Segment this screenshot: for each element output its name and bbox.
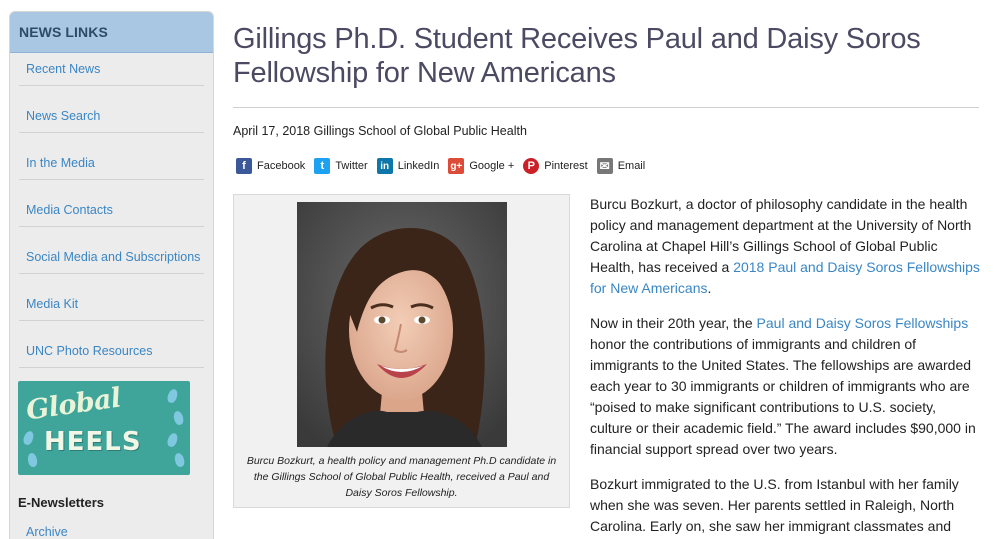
share-twitter-button[interactable]: t Twitter (314, 158, 368, 174)
title-divider (233, 107, 979, 108)
portrait-photo (297, 202, 507, 447)
banner-line2: HEELS (44, 427, 142, 457)
share-label: Facebook (257, 160, 306, 172)
footprint-icon (165, 387, 180, 405)
footprint-icon (173, 452, 186, 468)
footprint-icon (172, 410, 185, 426)
paragraph-3: Bozkurt immigrated to the U.S. from Ista… (590, 476, 959, 534)
sidebar-item-social-media[interactable]: Social Media and Subscriptions (19, 227, 204, 274)
portrait-illustration (297, 202, 507, 447)
share-email-button[interactable]: ✉ Email (596, 158, 646, 174)
share-label: Email (617, 160, 646, 172)
share-google-plus-button[interactable]: g+ Google + (448, 158, 514, 174)
facebook-icon: f (236, 158, 252, 174)
footprint-icon (21, 429, 36, 447)
twitter-icon: t (314, 158, 331, 174)
global-heels-banner[interactable]: Global HEELS (18, 381, 190, 475)
enewsletters-archive-link[interactable]: Archive (26, 525, 68, 539)
enewsletters-heading: E-Newsletters (18, 495, 104, 510)
footprint-icon (26, 452, 39, 468)
share-pinterest-button[interactable]: P Pinterest (523, 158, 588, 174)
sidebar-item-in-the-media[interactable]: In the Media (19, 133, 204, 180)
share-facebook-button[interactable]: f Facebook (236, 158, 305, 174)
photo-caption: Burcu Bozkurt, a health policy and manag… (246, 455, 557, 499)
paragraph-text: honor the contributions of immigrants an… (590, 336, 976, 457)
soros-fellowships-link[interactable]: Paul and Daisy Soros Fellowships (757, 315, 969, 331)
sidebar-item-recent-news[interactable]: Recent News (19, 53, 204, 86)
share-label: Twitter (335, 160, 368, 172)
sidebar-item-unc-photo-resources[interactable]: UNC Photo Resources (19, 321, 204, 368)
paragraph-text: . (707, 280, 712, 296)
linkedin-icon: in (376, 158, 393, 174)
sidebar-item-media-contacts[interactable]: Media Contacts (19, 180, 204, 227)
sidebar-item-media-kit[interactable]: Media Kit (19, 274, 204, 321)
email-icon: ✉ (596, 158, 613, 174)
share-bar: f Facebook t Twitter in LinkedIn g+ Goog… (236, 158, 654, 174)
article-title: Gillings Ph.D. Student Receives Paul and… (233, 23, 921, 89)
google-plus-icon: g+ (448, 158, 465, 174)
article-figure: Burcu Bozkurt, a health policy and manag… (233, 194, 570, 508)
paragraph-1: Burcu Bozkurt, a doctor of philosophy ca… (590, 194, 980, 299)
share-label: Pinterest (544, 160, 588, 172)
share-label: Google + (469, 160, 515, 172)
share-label: LinkedIn (397, 160, 440, 172)
share-linkedin-button[interactable]: in LinkedIn (376, 158, 440, 174)
sidebar-header: NEWS LINKS (10, 12, 213, 53)
footprint-icon (165, 431, 180, 449)
article-body: Burcu Bozkurt, a doctor of philosophy ca… (590, 194, 980, 539)
pinterest-icon: P (523, 158, 540, 174)
article-dateline: April 17, 2018 Gillings School of Global… (233, 124, 527, 138)
paragraph-2: Now in their 20th year, the Paul and Dai… (590, 313, 980, 460)
banner-line1: Global (24, 382, 123, 427)
sidebar-item-news-search[interactable]: News Search (19, 86, 204, 133)
paragraph-text: Now in their 20th year, the (590, 315, 757, 331)
